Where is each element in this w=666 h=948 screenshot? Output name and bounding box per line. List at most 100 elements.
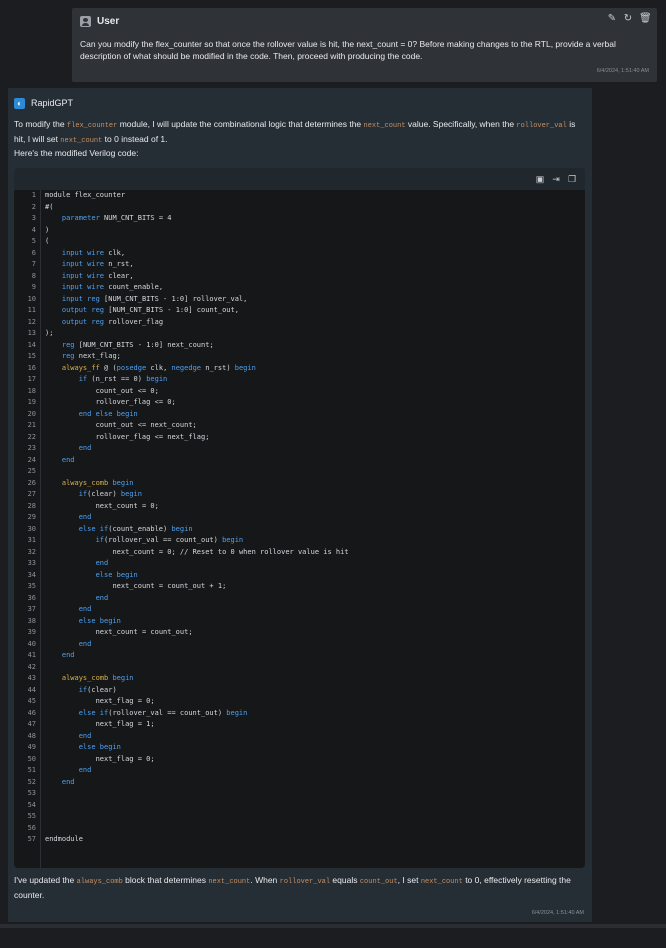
inline-code-next-count: next_count bbox=[363, 122, 406, 130]
code-line: end bbox=[78, 639, 92, 648]
line-number: 31 bbox=[27, 536, 36, 544]
regenerate-icon[interactable]: ↻ bbox=[623, 14, 633, 24]
copy-icon[interactable]: ❐ bbox=[567, 174, 577, 184]
inline-code-rollover-val-2: rollover_val bbox=[279, 878, 331, 886]
assistant-message-timestamp: 6/4/2024, 1:51:40 AM bbox=[531, 910, 584, 916]
line-number: 18 bbox=[27, 386, 36, 395]
code-line: if(rollover_val == count_out) begin bbox=[95, 536, 244, 544]
code-line: end bbox=[78, 444, 92, 452]
code-line: next_count = count_out + 1; bbox=[112, 582, 227, 590]
user-message-header: User bbox=[80, 14, 119, 28]
code-line: end bbox=[95, 593, 109, 602]
code-line: input wire clear, bbox=[61, 271, 134, 280]
line-number: 35 bbox=[27, 582, 36, 590]
code-line: if(clear) bbox=[78, 685, 117, 694]
code-editor: 1 2 3 4 5 6 7 8 9 10 11 12 13 14 15 16 17 18 19 20 21 22 23 24 2… bbox=[14, 190, 585, 868]
line-number: 50 bbox=[27, 754, 36, 763]
line-number: 1 bbox=[31, 191, 36, 199]
intro-text-1: To modify the bbox=[14, 119, 67, 129]
code-line: reg [NUM_CNT_BITS - 1:0] next_count; bbox=[61, 340, 214, 349]
bottom-border bbox=[0, 924, 666, 928]
line-number: 21 bbox=[27, 421, 36, 429]
line-number: 6 bbox=[31, 248, 36, 257]
code-lines: module flex_counter #( parameter NUM_CNT_… bbox=[45, 190, 575, 846]
line-number: 27 bbox=[27, 490, 36, 498]
line-number: 19 bbox=[27, 398, 36, 406]
code-line: always_ff @ (posedge clk, negedge n_rst)… bbox=[61, 363, 256, 372]
line-number: 13 bbox=[27, 329, 36, 337]
code-line: end bbox=[61, 455, 75, 464]
code-line: end bbox=[78, 605, 92, 613]
line-number: 3 bbox=[31, 214, 36, 222]
code-line: ( bbox=[45, 237, 50, 245]
line-number: 43 bbox=[27, 674, 36, 682]
line-number: 45 bbox=[27, 697, 36, 705]
code-line: ) bbox=[45, 225, 50, 234]
code-line: else begin bbox=[95, 570, 138, 579]
delete-icon[interactable]: 🗑 bbox=[639, 14, 652, 24]
code-line: else if(count_enable) begin bbox=[78, 524, 193, 533]
line-number: 4 bbox=[31, 225, 36, 234]
inline-code-flex-counter: flex_counter bbox=[66, 122, 118, 130]
code-line: next_flag = 1; bbox=[95, 720, 155, 728]
line-number: 57 bbox=[27, 835, 36, 843]
code-line: end else begin bbox=[78, 409, 138, 418]
line-number: 46 bbox=[27, 708, 36, 717]
line-number: 2 bbox=[31, 202, 36, 211]
code-line: count_out <= 0; bbox=[95, 386, 159, 395]
line-number: 34 bbox=[27, 570, 36, 579]
code-line: end bbox=[95, 559, 109, 567]
line-number: 23 bbox=[27, 444, 36, 452]
outro-text-4: equals bbox=[330, 875, 360, 885]
line-number: 54 bbox=[27, 800, 36, 809]
code-line: else begin bbox=[78, 743, 121, 751]
code-line: if (n_rst == 0) begin bbox=[78, 375, 168, 383]
code-line: input wire clk, bbox=[61, 248, 126, 257]
save-icon[interactable]: ▣ bbox=[535, 174, 545, 184]
line-number: 52 bbox=[27, 777, 36, 786]
line-number: 51 bbox=[27, 766, 36, 774]
code-line: output reg [NUM_CNT_BITS - 1:0] count_ou… bbox=[61, 306, 239, 314]
edit-icon[interactable]: ✎ bbox=[607, 14, 617, 24]
line-number: 53 bbox=[27, 789, 36, 797]
inline-code-rollover-val: rollover_val bbox=[516, 122, 567, 130]
code-line: end bbox=[78, 513, 92, 521]
code-line: next_flag = 0; bbox=[95, 754, 155, 763]
outro-text-1: I've updated the bbox=[14, 875, 77, 885]
line-number: 26 bbox=[27, 478, 36, 487]
user-avatar-icon bbox=[80, 15, 91, 27]
line-number: 41 bbox=[27, 651, 36, 659]
inline-code-next-count-4: next_count bbox=[420, 878, 463, 886]
user-message-timestamp: 6/4/2024, 1:51:40 AM bbox=[596, 68, 649, 74]
code-line: input wire count_enable, bbox=[61, 283, 164, 291]
intro-text-3: value. Specifically, when the bbox=[405, 119, 517, 129]
assistant-intro-text: To modify the flex_counter module, I wil… bbox=[14, 118, 586, 160]
code-line: input wire n_rst, bbox=[61, 260, 134, 268]
user-message-card: User ✎ ↻ 🗑 Can you modify the flex_count… bbox=[72, 8, 657, 82]
line-number: 9 bbox=[31, 283, 36, 291]
code-line: end bbox=[78, 766, 92, 774]
code-line: parameter NUM_CNT_BITS = 4 bbox=[61, 214, 172, 222]
code-line: always_comb begin bbox=[61, 478, 134, 487]
line-number: 5 bbox=[31, 237, 36, 245]
inline-code-always-comb: always_comb bbox=[76, 878, 123, 886]
code-line: endmodule bbox=[45, 835, 83, 843]
line-number: 29 bbox=[27, 513, 36, 521]
line-number: 15 bbox=[27, 352, 36, 360]
insert-icon[interactable]: ⇥ bbox=[551, 174, 561, 184]
user-author-name: User bbox=[97, 15, 120, 27]
line-number: 55 bbox=[27, 812, 36, 820]
line-number: 38 bbox=[27, 616, 36, 625]
code-line: rollover_flag <= next_flag; bbox=[95, 432, 210, 441]
line-number: 24 bbox=[27, 455, 36, 464]
inline-code-next-count-3: next_count bbox=[208, 878, 251, 886]
code-line: rollover_flag <= 0; bbox=[95, 398, 176, 406]
code-toolbar: ▣ ⇥ ❐ bbox=[14, 168, 585, 190]
rapidgpt-avatar-icon: ◐ bbox=[14, 97, 25, 109]
code-actions: ▣ ⇥ ❐ bbox=[535, 174, 577, 184]
